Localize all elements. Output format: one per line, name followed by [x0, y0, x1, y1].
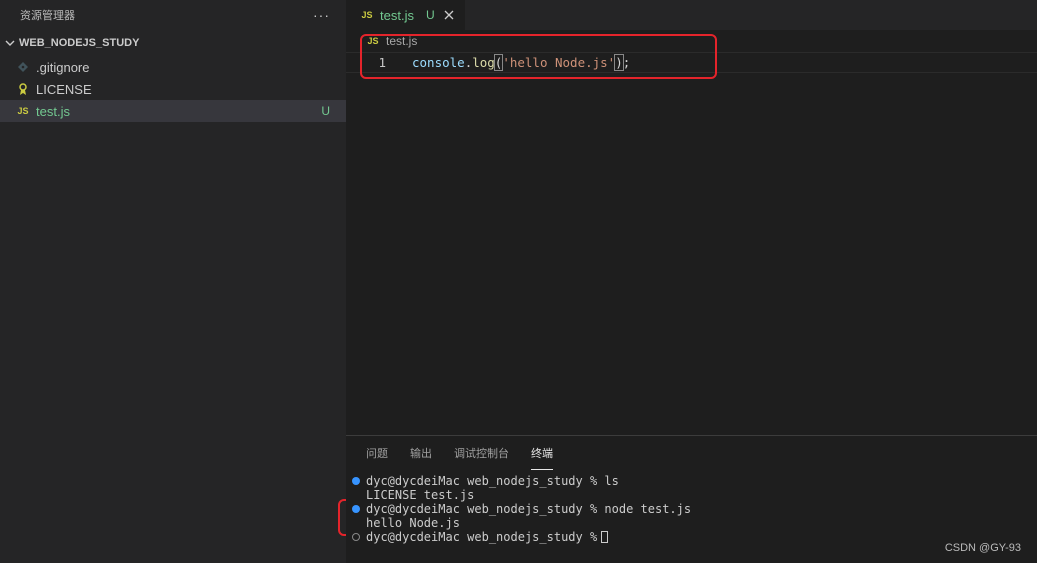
terminal-text: LICENSE test.js [366, 488, 475, 502]
terminal-line: dyc@dycdeiMac web_nodejs_study % [352, 530, 1037, 544]
terminal-text: hello Node.js [366, 516, 460, 530]
terminal-text: dyc@dycdeiMac web_nodejs_study % node te… [366, 502, 692, 516]
file-label: test.js [36, 103, 70, 119]
code-token-function: log [472, 55, 495, 70]
terminal-text: dyc@dycdeiMac web_nodejs_study % [366, 530, 598, 544]
terminal-line: dyc@dycdeiMac web_nodejs_study % node te… [352, 502, 1037, 516]
explorer-title: 资源管理器 [20, 10, 75, 22]
file-label: LICENSE [36, 81, 92, 97]
file-item-test-js[interactable]: JS test.js U [0, 100, 346, 122]
panel-tab-bar: 问题 输出 调试控制台 终端 [346, 436, 1037, 470]
untracked-badge: U [425, 8, 435, 22]
code-token-paren-open: ( [493, 54, 504, 71]
tab-output[interactable]: 输出 [410, 436, 432, 470]
terminal-output[interactable]: dyc@dycdeiMac web_nodejs_study % ls LICE… [346, 474, 1037, 544]
explorer-header: 资源管理器 ··· [0, 0, 346, 30]
code-token-paren-close: ) [614, 54, 624, 71]
js-icon: JS [17, 106, 29, 116]
bottom-panel: 问题 输出 调试控制台 终端 dyc@dycdeiMac web_nodejs_… [346, 435, 1037, 563]
file-item-gitignore[interactable]: .gitignore [0, 56, 346, 78]
js-icon: JS [361, 10, 373, 20]
terminal-text: dyc@dycdeiMac web_nodejs_study % ls [366, 474, 619, 488]
editor-area: JS test.js U JS test.js 1 console . log … [346, 0, 1037, 435]
js-icon: JS [367, 36, 379, 46]
tab-label: test.js [380, 7, 414, 23]
file-item-license[interactable]: LICENSE [0, 78, 346, 100]
terminal-line: dyc@dycdeiMac web_nodejs_study % ls [352, 474, 1037, 488]
file-label: .gitignore [36, 59, 90, 75]
command-success-icon [352, 477, 360, 485]
tab-bar: JS test.js U [346, 0, 1037, 30]
watermark: CSDN @GY-93 [944, 542, 1021, 554]
folder-web-nodejs-study[interactable]: WEB_NODEJS_STUDY [0, 30, 346, 56]
code-token-object: console [412, 55, 465, 70]
tab-test-js[interactable]: JS test.js U [346, 0, 465, 30]
tab-problems[interactable]: 问题 [366, 436, 388, 470]
tab-debug-console[interactable]: 调试控制台 [454, 436, 509, 470]
folder-label: WEB_NODEJS_STUDY [19, 37, 140, 49]
vscode-window: 资源管理器 ··· WEB_NODEJS_STUDY .gitignore LI… [0, 0, 1037, 563]
command-pending-icon [352, 533, 360, 541]
explorer-sidebar: 资源管理器 ··· WEB_NODEJS_STUDY .gitignore LI… [0, 0, 346, 563]
untracked-badge: U [321, 104, 330, 118]
code-token-string: 'hello Node.js' [502, 55, 616, 70]
breadcrumb-file: test.js [386, 34, 418, 48]
breadcrumb[interactable]: JS test.js [346, 30, 1037, 52]
code-token-dot: . [464, 55, 473, 70]
more-actions-icon[interactable]: ··· [313, 7, 330, 23]
tab-terminal[interactable]: 终端 [531, 436, 553, 470]
terminal-line: LICENSE test.js [352, 488, 1037, 502]
code-line[interactable]: 1 console . log ( 'hello Node.js' ) ; [346, 52, 1037, 73]
code-token-semicolon: ; [622, 55, 631, 70]
terminal-cursor [601, 531, 609, 543]
close-icon[interactable] [443, 9, 455, 21]
line-number: 1 [378, 55, 386, 70]
git-icon [16, 62, 30, 72]
license-icon [16, 82, 30, 96]
command-success-icon [352, 505, 360, 513]
terminal-line: hello Node.js [352, 516, 1037, 530]
chevron-down-icon [4, 37, 16, 49]
